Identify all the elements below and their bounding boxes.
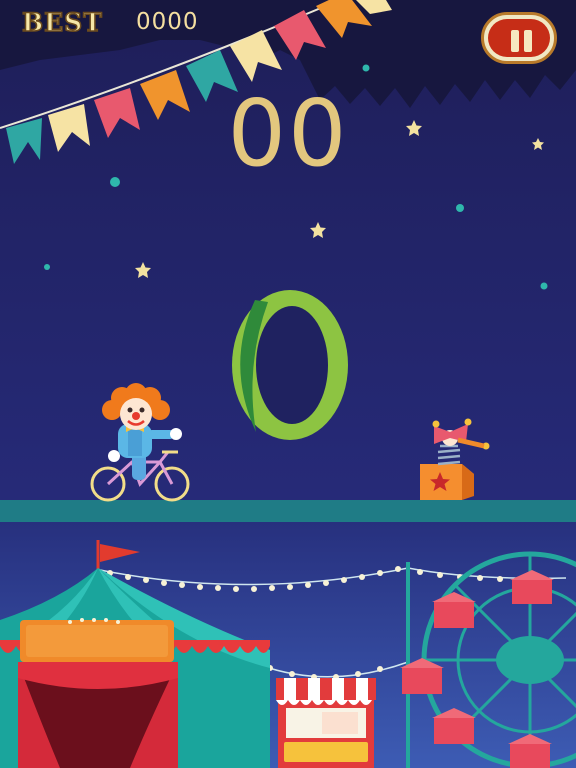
best-score: 0000 bbox=[136, 9, 199, 35]
ticket-booth bbox=[276, 678, 376, 768]
ground-track bbox=[0, 500, 576, 522]
best-label: BEST bbox=[21, 7, 103, 38]
pause-icon bbox=[488, 19, 550, 57]
current-score: 00 bbox=[227, 80, 349, 187]
ring-hoop bbox=[232, 290, 348, 440]
pause-button[interactable] bbox=[481, 12, 557, 64]
